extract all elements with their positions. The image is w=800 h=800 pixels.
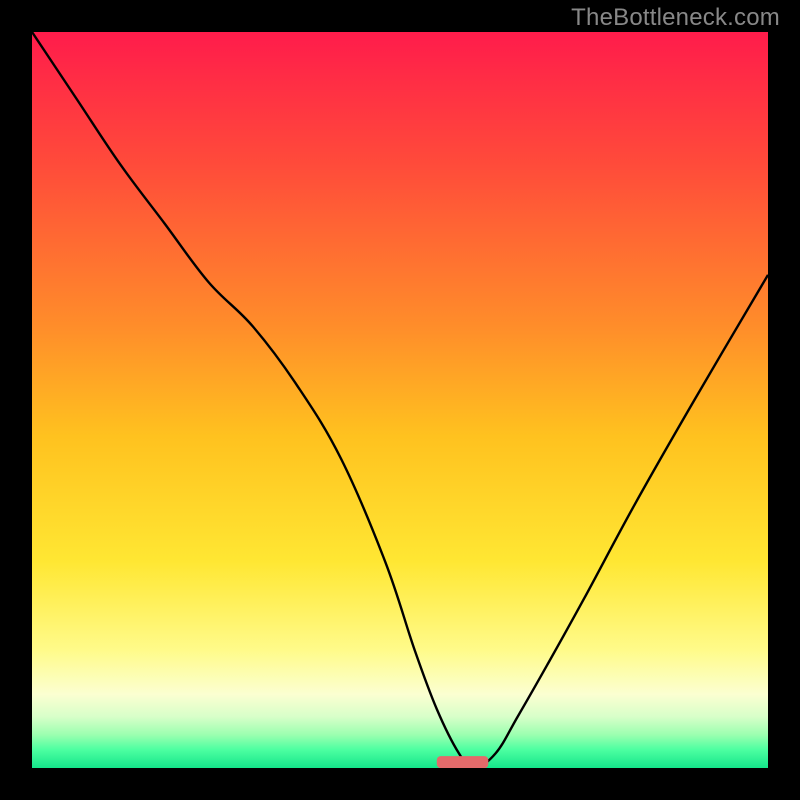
chart-background <box>32 32 768 768</box>
watermark-text: TheBottleneck.com <box>571 4 780 32</box>
chart-frame: TheBottleneck.com <box>0 0 800 800</box>
bottleneck-chart <box>32 32 768 768</box>
optimum-marker <box>437 756 489 768</box>
